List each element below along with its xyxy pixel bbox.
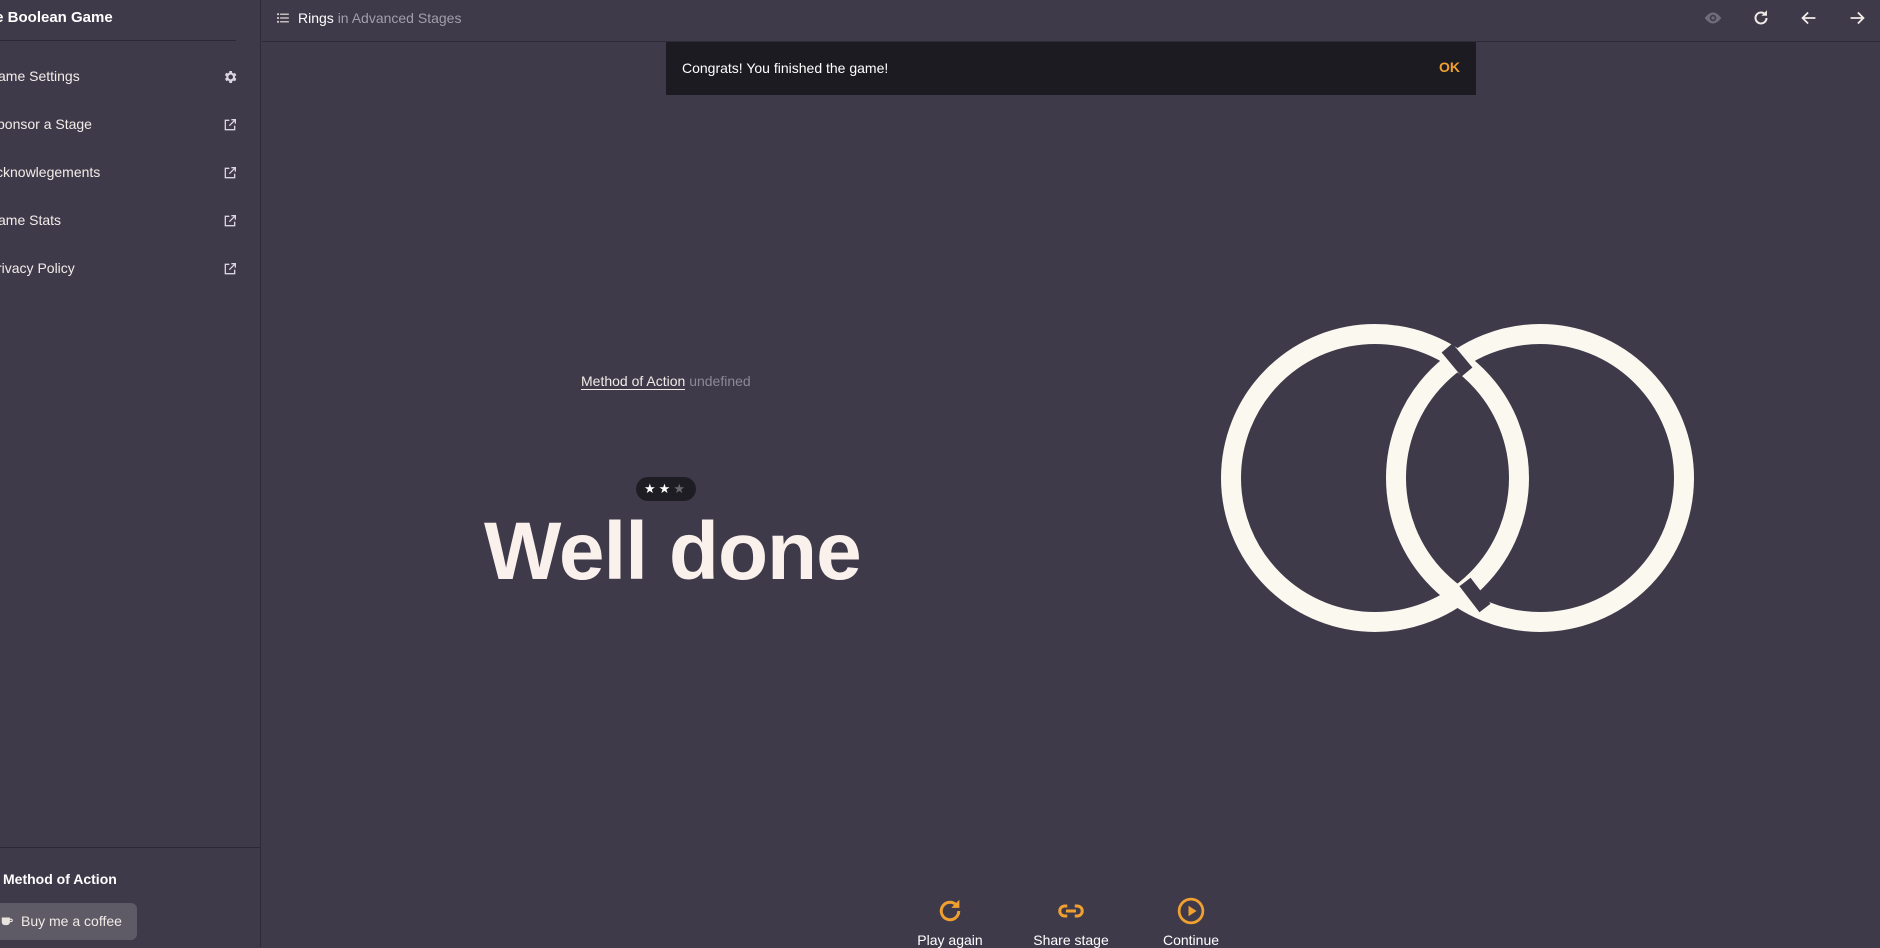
sidebar-item-game-stats[interactable]: ame Stats xyxy=(0,206,245,236)
play-circle-icon xyxy=(1177,897,1205,925)
external-link-icon xyxy=(224,119,236,131)
well-done-heading: Well done xyxy=(484,506,862,597)
top-bar: Rings in Advanced Stages xyxy=(262,0,1880,42)
continue-button[interactable]: Continue xyxy=(1136,896,1246,948)
method-of-action-link[interactable]: Method of Action xyxy=(581,373,686,390)
method-of-action-line: Method of Action undefined xyxy=(581,373,751,390)
buy-coffee-button[interactable]: Buy me a coffee xyxy=(0,903,137,940)
sidebar-item-sponsor[interactable]: ponsor a Stage xyxy=(0,110,245,140)
refresh-icon[interactable] xyxy=(1750,7,1772,29)
arrow-right-icon[interactable] xyxy=(1846,7,1868,29)
share-stage-label: Share stage xyxy=(1033,932,1109,948)
sidebar-item-label: ponsor a Stage xyxy=(0,116,92,132)
stage-name: Rings xyxy=(298,10,334,26)
star-rating: ★★★ xyxy=(636,477,696,501)
sidebar-item-privacy-policy[interactable]: rivacy Policy xyxy=(0,254,245,284)
sidebar-item-label: rivacy Policy xyxy=(0,260,75,276)
app-title: he Boolean Game xyxy=(0,9,113,26)
continue-label: Continue xyxy=(1162,932,1220,948)
star-icon: ★ xyxy=(644,481,659,496)
sidebar-item-label: cknowlegements xyxy=(0,164,101,180)
star-empty-icon: ★ xyxy=(673,481,688,496)
sidebar-item-acknowlegements[interactable]: cknowlegements xyxy=(0,158,245,188)
list-icon xyxy=(277,13,289,23)
sidebar: he Boolean Game ame Settings ponsor a St… xyxy=(0,0,261,947)
coffee-cup-icon xyxy=(1,917,13,926)
external-link-icon xyxy=(224,167,236,179)
external-link-icon xyxy=(224,263,236,275)
share-stage-button[interactable]: Share stage xyxy=(1016,896,1126,948)
star-icon: ★ xyxy=(658,481,674,496)
gear-icon xyxy=(224,71,237,83)
arrow-left-icon[interactable] xyxy=(1798,7,1820,29)
sidebar-item-label: ame Stats xyxy=(0,212,62,228)
sidebar-divider xyxy=(0,40,236,41)
toast-message: Congrats! You finished the game! xyxy=(682,60,889,76)
sidebar-footer-title: Method of Action xyxy=(3,871,117,887)
congrats-toast: Congrats! You finished the game! OK xyxy=(666,42,1476,95)
sidebar-divider xyxy=(0,847,260,848)
toast-ok-button[interactable]: OK xyxy=(1439,59,1460,75)
link-icon xyxy=(1058,904,1084,918)
method-of-action-value: undefined xyxy=(689,373,751,389)
replay-icon xyxy=(939,899,961,922)
play-again-button[interactable]: Play again xyxy=(895,896,1005,948)
sidebar-item-game-settings[interactable]: ame Settings xyxy=(0,62,245,92)
sidebar-item-label: ame Settings xyxy=(0,68,80,84)
external-link-icon xyxy=(224,215,236,227)
play-again-label: Play again xyxy=(917,932,983,948)
buy-coffee-label: Buy me a coffee xyxy=(21,913,122,929)
interlocking-rings-figure[interactable] xyxy=(1215,320,1695,640)
eye-icon[interactable] xyxy=(1702,7,1724,29)
breadcrumb[interactable]: Rings in Advanced Stages xyxy=(276,10,461,26)
stage-group: in Advanced Stages xyxy=(337,10,462,26)
